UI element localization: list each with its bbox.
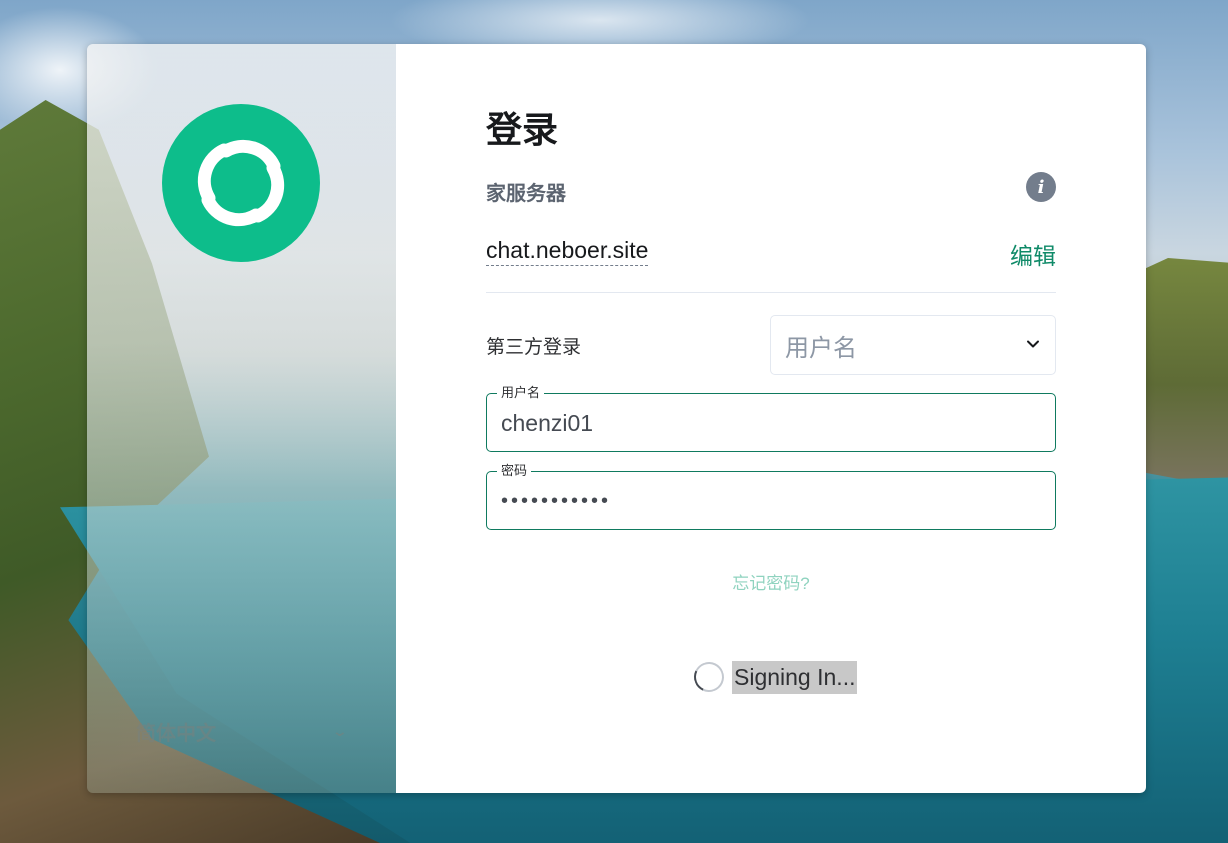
- edit-homeserver-link[interactable]: 编辑: [1010, 237, 1056, 271]
- signing-in-indicator: Signing In...: [689, 657, 858, 697]
- forgot-password-link[interactable]: 忘记密码?: [396, 569, 1146, 594]
- homeserver-name: chat.neboer.site: [486, 237, 649, 266]
- language-label: 简体中文: [136, 722, 216, 745]
- signing-in-text: Signing In...: [732, 660, 858, 694]
- info-icon[interactable]: i: [1026, 172, 1056, 202]
- login-type-select[interactable]: 用户名: [770, 315, 1056, 375]
- login-type-value: 用户名: [785, 334, 857, 362]
- login-form-panel: 登录 家服务器 i chat.neboer.site 编辑 第三方登录 用户名 …: [396, 44, 1146, 793]
- chevron-down-icon: [1025, 331, 1041, 359]
- logo-graphic: [197, 139, 285, 227]
- auth-card: 简体中文 ⌄ 登录 家服务器 i chat.neboer.site 编辑 第三方…: [87, 44, 1146, 793]
- chevron-down-icon: ⌄: [331, 722, 349, 739]
- third-party-login-label: 第三方登录: [486, 337, 582, 358]
- password-label: 密码: [497, 463, 532, 479]
- language-selector[interactable]: 简体中文 ⌄: [136, 716, 349, 746]
- page-title: 登录: [486, 109, 559, 150]
- username-value: chenzi01: [501, 410, 594, 436]
- spinner-icon: [689, 657, 729, 697]
- password-value: •••••••••••: [501, 490, 612, 512]
- password-field[interactable]: 密码 •••••••••••: [486, 463, 1056, 530]
- forgot-password-text: 忘记密码?: [732, 574, 810, 593]
- username-field[interactable]: 用户名 chenzi01: [486, 385, 1056, 452]
- auth-side-panel: 简体中文 ⌄: [87, 44, 396, 793]
- element-logo-icon: [162, 104, 320, 262]
- homeserver-label: 家服务器: [486, 183, 566, 205]
- divider: [486, 292, 1056, 293]
- username-label: 用户名: [497, 385, 545, 401]
